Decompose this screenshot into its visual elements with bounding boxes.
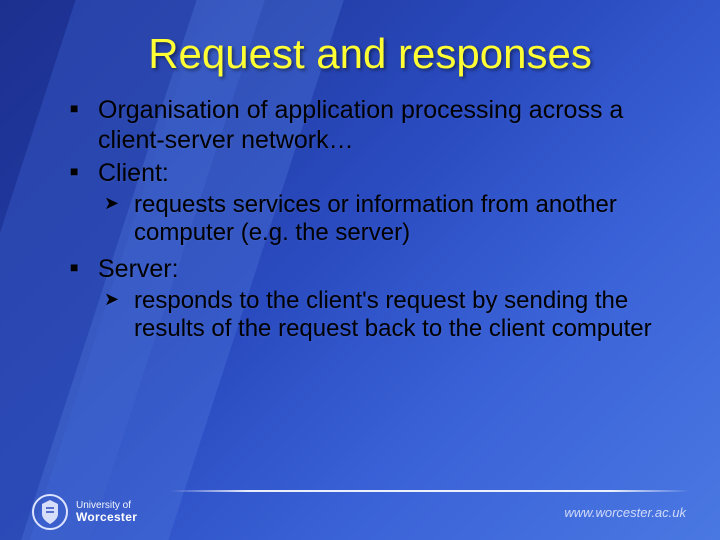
slide-content: Request and responses Organisation of ap… — [0, 0, 720, 343]
logo-line-1: University of — [76, 500, 137, 511]
footer-rule — [170, 490, 690, 492]
slide-body: Organisation of application processing a… — [70, 96, 670, 343]
footer-url: www.worcester.ac.uk — [564, 505, 686, 520]
slide-title: Request and responses — [70, 30, 670, 78]
bullet-item: Server: — [70, 255, 670, 285]
logo-line-2: Worcester — [76, 511, 137, 524]
university-logo: University of Worcester — [32, 494, 137, 530]
sub-bullet-item: requests services or information from an… — [70, 191, 670, 248]
bullet-item: Client: — [70, 159, 670, 189]
crest-icon — [32, 494, 68, 530]
slide: Request and responses Organisation of ap… — [0, 0, 720, 540]
sub-bullet-item: responds to the client's request by send… — [70, 287, 670, 344]
logo-text: University of Worcester — [76, 500, 137, 524]
slide-footer: University of Worcester www.worcester.ac… — [0, 476, 720, 540]
bullet-item: Organisation of application processing a… — [70, 96, 670, 155]
